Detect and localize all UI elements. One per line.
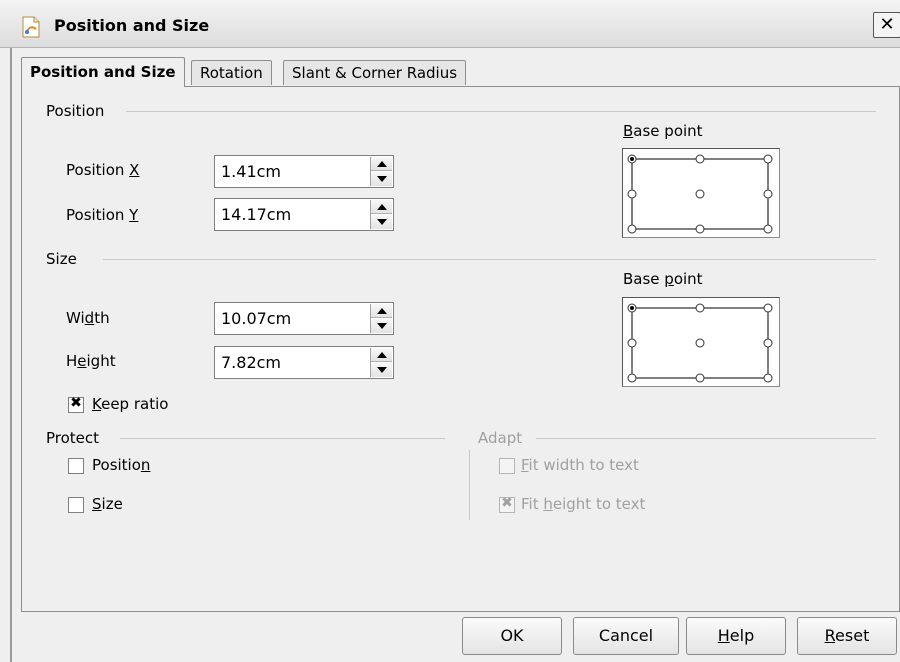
arrow-up-icon [376, 351, 387, 358]
checkmark-icon: ✖ [501, 495, 513, 511]
position-x-field[interactable]: 1.41cm [214, 155, 394, 188]
height-increment[interactable] [371, 348, 392, 362]
window-title: Position and Size [54, 16, 210, 35]
cancel-label: Cancel [598, 626, 654, 645]
width-label: Width [66, 309, 110, 327]
keep-ratio-label: Keep ratio [92, 395, 169, 413]
arrow-up-icon [376, 203, 387, 210]
adapt-group-label: Adapt [478, 429, 523, 447]
arrow-down-icon [376, 323, 387, 329]
height-label: Height [66, 352, 116, 370]
tab-slant-corner-radius[interactable]: Slant & Corner Radius [283, 60, 467, 85]
cancel-button[interactable]: Cancel [573, 617, 679, 655]
width-value: 10.07cm [221, 309, 292, 328]
tab-label: Rotation [200, 64, 263, 82]
arrow-down-icon [376, 176, 387, 182]
position-y-label: Position Y [66, 206, 139, 224]
tab-rotation[interactable]: Rotation [191, 60, 272, 85]
position-group-label: Position [46, 102, 105, 120]
close-icon: ✕ [879, 14, 895, 35]
reset-label: eset [835, 626, 870, 645]
reset-label-key: R [824, 626, 836, 645]
position-base-point-selector[interactable] [622, 148, 780, 238]
fit-width-checkbox[interactable] [499, 458, 515, 474]
fit-height-label: Fit height to text [521, 495, 646, 513]
height-value: 7.82cm [221, 353, 282, 372]
position-base-point-label: Base point [623, 122, 703, 140]
protect-group-divider [120, 438, 445, 439]
height-decrement[interactable] [371, 363, 392, 377]
protect-size-checkbox[interactable] [68, 497, 84, 513]
width-field[interactable]: 10.07cm [214, 302, 394, 335]
size-base-point-label: Base point [623, 270, 703, 288]
position-x-increment[interactable] [371, 157, 392, 171]
protect-group-label: Protect [46, 429, 100, 447]
reset-button[interactable]: Reset [797, 617, 897, 655]
position-y-increment[interactable] [371, 200, 392, 214]
base-point-grid[interactable] [623, 298, 779, 386]
size-base-point-selector[interactable] [622, 297, 780, 387]
protect-position-label: Position [92, 456, 151, 474]
adapt-group-divider [536, 438, 876, 439]
base-point-grid[interactable] [623, 149, 779, 237]
adapt-group-separator [469, 450, 470, 520]
tab-position-and-size[interactable]: Position and Size [21, 57, 185, 87]
ok-button[interactable]: OK [462, 617, 562, 655]
height-field[interactable]: 7.82cm [214, 346, 394, 379]
arrow-up-icon [376, 307, 387, 314]
position-y-decrement[interactable] [371, 215, 392, 229]
arrow-down-icon [376, 367, 387, 373]
position-y-value: 14.17cm [221, 205, 292, 224]
help-label-key: H [717, 626, 730, 645]
size-group-label: Size [46, 250, 77, 268]
fit-width-label: Fit width to text [521, 456, 639, 474]
tab-label: Position and Size [30, 63, 176, 81]
arrow-down-icon [376, 219, 387, 225]
ok-label: OK [500, 626, 524, 645]
help-label: elp [729, 626, 755, 645]
window-frame-left [10, 48, 12, 662]
checkmark-icon: ✖ [70, 395, 82, 411]
fit-height-checkbox[interactable]: ✖ [499, 495, 515, 513]
position-y-field[interactable]: 14.17cm [214, 198, 394, 231]
keep-ratio-checkbox[interactable]: ✖ [68, 395, 84, 413]
protect-position-checkbox[interactable] [68, 458, 84, 474]
position-x-label: Position X [66, 161, 140, 179]
draw-app-icon [20, 15, 42, 39]
arrow-up-icon [376, 160, 387, 167]
position-x-decrement[interactable] [371, 172, 392, 186]
tab-label: Slant & Corner Radius [292, 64, 458, 82]
position-x-value: 1.41cm [221, 162, 282, 181]
width-increment[interactable] [371, 304, 392, 318]
help-button[interactable]: Help [686, 617, 786, 655]
size-group-divider [103, 259, 876, 260]
protect-size-label: Size [92, 495, 123, 513]
close-button[interactable]: ✕ [873, 12, 900, 38]
width-decrement[interactable] [371, 319, 392, 333]
position-group-divider [126, 111, 876, 112]
